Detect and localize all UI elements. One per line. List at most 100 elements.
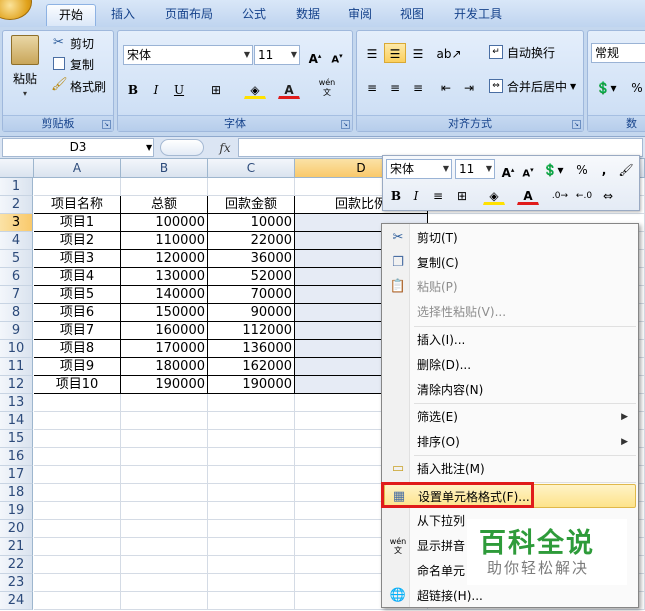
cell[interactable]: 项目9 <box>34 358 121 376</box>
paste-dropdown-icon[interactable]: ▾ <box>23 89 27 98</box>
cell[interactable] <box>208 394 295 412</box>
cell[interactable] <box>208 430 295 448</box>
fill-color-icon[interactable]: ◈ <box>483 185 505 205</box>
accounting-format-icon[interactable]: 💲▾ <box>539 159 567 179</box>
cell[interactable] <box>121 448 208 466</box>
cell[interactable] <box>121 394 208 412</box>
cell[interactable]: 22000 <box>208 232 295 250</box>
cell[interactable] <box>121 556 208 574</box>
row-header[interactable]: 20 <box>0 520 33 538</box>
cell[interactable] <box>34 556 121 574</box>
office-button[interactable] <box>0 0 32 20</box>
tab-view[interactable]: 视图 <box>392 4 432 26</box>
cell[interactable]: 162000 <box>208 358 295 376</box>
row-header[interactable]: 6 <box>0 268 33 286</box>
paste-button[interactable]: 粘贴 <box>13 69 37 89</box>
bold-icon[interactable]: B <box>385 185 407 205</box>
cell[interactable]: 150000 <box>121 304 208 322</box>
cell[interactable]: 52000 <box>208 268 295 286</box>
cell[interactable] <box>34 538 121 556</box>
cell[interactable] <box>208 556 295 574</box>
cell[interactable] <box>34 394 121 412</box>
phonetic-icon[interactable]: wén 文 <box>314 77 340 97</box>
align-bottom-icon[interactable]: ☰ <box>407 43 429 63</box>
grow-font-icon[interactable]: A▴ <box>304 45 326 66</box>
cell[interactable] <box>34 178 121 196</box>
cell[interactable]: 项目1 <box>34 214 121 232</box>
cell[interactable]: 190000 <box>121 376 208 394</box>
tab-page-layout[interactable]: 页面布局 <box>158 4 220 26</box>
merge-dropdown-icon[interactable]: ▼ <box>570 77 576 97</box>
cell[interactable] <box>208 538 295 556</box>
row-header[interactable]: 24 <box>0 592 33 610</box>
column-header-a[interactable]: A <box>34 159 121 178</box>
cell[interactable]: 130000 <box>121 268 208 286</box>
borders-icon[interactable]: ⊞ <box>205 79 227 99</box>
menu-item-delete[interactable]: 删除(D)... <box>384 353 636 377</box>
cell[interactable] <box>34 448 121 466</box>
cell[interactable]: 90000 <box>208 304 295 322</box>
cell[interactable]: 项目4 <box>34 268 121 286</box>
tab-review[interactable]: 审阅 <box>340 4 380 26</box>
row-header[interactable]: 18 <box>0 484 33 502</box>
cell[interactable] <box>34 430 121 448</box>
tab-developer[interactable]: 开发工具 <box>446 4 510 26</box>
cell[interactable]: 180000 <box>121 358 208 376</box>
italic-icon[interactable]: I <box>145 79 167 99</box>
cell[interactable]: 项目6 <box>34 304 121 322</box>
row-header[interactable]: 8 <box>0 304 33 322</box>
cell[interactable] <box>34 412 121 430</box>
cut-button[interactable]: 剪切 <box>70 34 94 54</box>
cell[interactable] <box>121 484 208 502</box>
font-color-icon[interactable]: A <box>278 79 300 99</box>
cell[interactable] <box>34 520 121 538</box>
font-name-combo[interactable]: 宋体 ▼ <box>123 45 253 65</box>
cell[interactable] <box>121 538 208 556</box>
row-header[interactable]: 4 <box>0 232 33 250</box>
underline-icon[interactable]: U <box>168 79 190 99</box>
row-header[interactable]: 15 <box>0 430 33 448</box>
row-header[interactable]: 2 <box>0 196 33 214</box>
row-header[interactable]: 7 <box>0 286 33 304</box>
row-header[interactable]: 12 <box>0 376 33 394</box>
cell[interactable]: 项目10 <box>34 376 121 394</box>
mini-size-combo[interactable]: 11 ▼ <box>455 159 495 179</box>
center-align-icon[interactable]: ≡ <box>427 185 449 205</box>
percent-style-icon[interactable]: % <box>571 159 593 179</box>
tab-data[interactable]: 数据 <box>288 4 328 26</box>
align-center-icon[interactable]: ≡ <box>384 77 406 97</box>
cell[interactable] <box>208 520 295 538</box>
fill-color-icon[interactable]: ◈ <box>244 79 266 99</box>
cell[interactable]: 项目7 <box>34 322 121 340</box>
cell[interactable] <box>34 592 121 610</box>
cell[interactable] <box>121 502 208 520</box>
row-header[interactable]: 9 <box>0 322 33 340</box>
tab-home[interactable]: 开始 <box>46 4 96 26</box>
cell[interactable]: 170000 <box>121 340 208 358</box>
cell[interactable]: 项目2 <box>34 232 121 250</box>
cell[interactable] <box>208 178 295 196</box>
header-cell[interactable]: 项目名称 <box>34 196 121 214</box>
insert-function-icon[interactable]: fx <box>210 139 240 157</box>
italic-icon[interactable]: I <box>405 185 427 205</box>
font-color-icon[interactable]: A <box>517 185 539 205</box>
number-format-combo[interactable]: 常规 <box>591 43 645 63</box>
row-header[interactable]: 5 <box>0 250 33 268</box>
cell[interactable] <box>208 466 295 484</box>
menu-item-insert-comment[interactable]: ▭ 插入批注(M) <box>384 457 636 481</box>
cell[interactable]: 136000 <box>208 340 295 358</box>
comma-style-icon[interactable]: , <box>593 159 615 179</box>
accounting-format-icon[interactable]: 💲▾ <box>591 77 621 97</box>
menu-item-filter[interactable]: 筛选(E) ▶ <box>384 405 636 429</box>
cell[interactable]: 120000 <box>121 250 208 268</box>
cell[interactable]: 项目3 <box>34 250 121 268</box>
cell[interactable] <box>208 502 295 520</box>
increase-decimal-icon[interactable]: .0→ <box>549 185 571 205</box>
column-header-b[interactable]: B <box>121 159 208 178</box>
cell[interactable] <box>121 178 208 196</box>
cell[interactable] <box>121 466 208 484</box>
cell[interactable]: 项目8 <box>34 340 121 358</box>
menu-item-copy[interactable]: ❐ 复制(C) <box>384 251 636 275</box>
cell[interactable] <box>34 466 121 484</box>
row-header[interactable]: 22 <box>0 556 33 574</box>
